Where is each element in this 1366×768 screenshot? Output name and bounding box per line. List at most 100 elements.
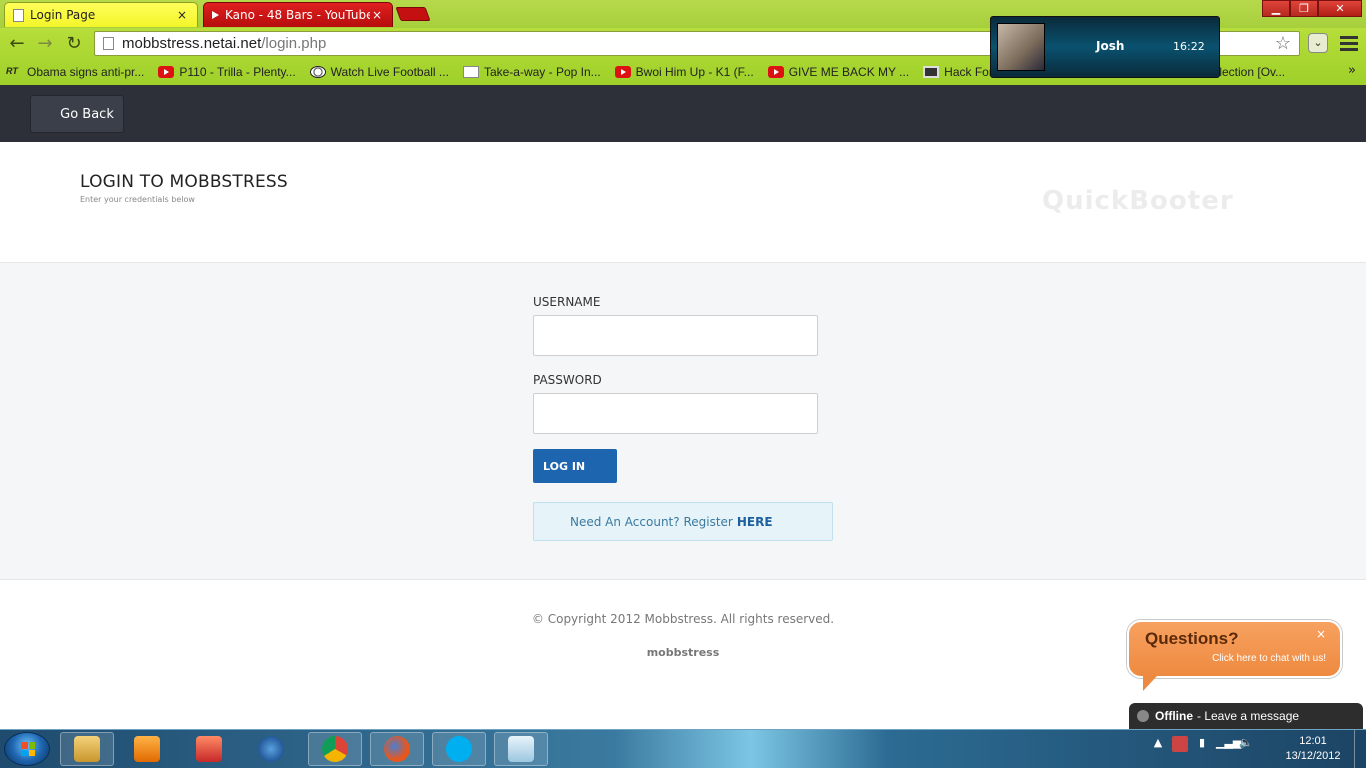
show-desktop-button[interactable] xyxy=(1354,730,1366,768)
tab-title: Kano - 48 Bars - YouTube xyxy=(225,8,370,22)
taskbar-media-player[interactable] xyxy=(120,732,174,766)
bookmark-item[interactable]: ollection [Ov... xyxy=(1210,65,1285,79)
page-subtitle: Enter your credentials below xyxy=(80,195,195,204)
login-button[interactable]: LOG IN xyxy=(533,449,617,483)
go-back-button[interactable]: Go Back xyxy=(30,95,124,133)
clock-date: 13/12/2012 xyxy=(1285,750,1341,762)
media-player-icon xyxy=(134,736,160,762)
page-title: LOGIN TO MOBBSTRESS xyxy=(80,172,288,192)
bookmark-label: Obama signs anti-pr... xyxy=(27,65,145,79)
hp-icon xyxy=(258,736,284,762)
network-signal-icon[interactable]: ▁▃▅ xyxy=(1216,736,1241,752)
close-window-button[interactable]: ✕ xyxy=(1318,0,1362,17)
chat-bubble[interactable]: Questions? Click here to chat with us! × xyxy=(1127,620,1342,691)
back-arrow-icon[interactable]: ← xyxy=(6,32,28,54)
top-navbar: Go Back xyxy=(0,85,1366,142)
folder-icon xyxy=(74,736,100,762)
youtube-icon xyxy=(767,66,784,78)
maximize-button[interactable]: ❐ xyxy=(1290,0,1318,17)
password-label: PASSWORD xyxy=(533,373,602,387)
register-link[interactable]: HERE xyxy=(737,515,773,529)
taskbar-notepad[interactable] xyxy=(494,732,548,766)
call-notification[interactable]: Josh 16:22 xyxy=(990,16,1220,78)
windows-logo-icon xyxy=(21,742,35,756)
caller-name: Josh xyxy=(1096,39,1125,53)
system-tray: ▲ ▮ ▁▃▅ 🔈 xyxy=(1150,736,1254,752)
taskbar-hp[interactable] xyxy=(244,732,298,766)
url-host: mobbstress.netai.net xyxy=(122,35,262,52)
menu-icon[interactable] xyxy=(1338,33,1360,53)
minimize-button[interactable]: ▁ xyxy=(1262,0,1290,17)
avatar xyxy=(997,23,1045,71)
page-icon xyxy=(13,8,24,22)
page-icon xyxy=(462,66,479,78)
url-path: /login.php xyxy=(261,35,327,52)
bookmark-item[interactable]: RT Obama signs anti-pr... xyxy=(6,65,144,79)
laptop-icon xyxy=(923,66,940,78)
password-input[interactable] xyxy=(533,393,818,434)
bookmark-label: Watch Live Football ... xyxy=(330,65,449,79)
close-tab-icon[interactable]: × xyxy=(175,8,189,22)
close-tab-icon[interactable]: × xyxy=(370,8,384,22)
rt-icon: RT xyxy=(6,66,18,76)
youtube-icon xyxy=(158,66,175,78)
username-label: USERNAME xyxy=(533,295,601,309)
tab-login-page[interactable]: Login Page × xyxy=(4,2,198,27)
chat-subtitle: Click here to chat with us! xyxy=(1212,653,1326,664)
taskbar-chrome[interactable] xyxy=(308,732,362,766)
status-icon xyxy=(1137,710,1149,722)
login-form-section: USERNAME PASSWORD LOG IN Need An Account… xyxy=(0,262,1366,580)
username-input[interactable] xyxy=(533,315,818,356)
bookmark-star-icon[interactable]: ☆ xyxy=(1275,33,1291,54)
youtube-icon xyxy=(614,66,631,78)
register-text: Need An Account? Register xyxy=(570,514,733,529)
bookmark-item[interactable]: Watch Live Football ... xyxy=(309,65,449,79)
youtube-play-icon xyxy=(212,11,219,19)
tab-title: Login Page xyxy=(30,8,96,22)
bookmark-item[interactable]: Take-a-way - Pop In... xyxy=(462,65,601,79)
chat-status-bar[interactable]: Offline - Leave a message xyxy=(1129,703,1363,729)
tray-expand-icon[interactable]: ▲ xyxy=(1150,736,1166,752)
extension-icon[interactable]: ⌄ xyxy=(1308,33,1328,53)
register-notice: Need An Account? Register HERE xyxy=(533,502,833,541)
bookmark-item[interactable]: P110 - Trilla - Plenty... xyxy=(158,65,296,79)
start-button[interactable] xyxy=(4,732,50,766)
bookmark-label: GIVE ME BACK MY ... xyxy=(788,65,910,79)
chrome-icon xyxy=(322,736,348,762)
bookmark-item[interactable]: Bwoi Him Up - K1 (F... xyxy=(614,65,754,79)
bookmarks-overflow-button[interactable]: » xyxy=(1348,63,1356,78)
page-header: LOGIN TO MOBBSTRESS Enter your credentia… xyxy=(0,142,1366,262)
volume-icon[interactable]: 🔈 xyxy=(1238,736,1254,752)
tab-youtube[interactable]: Kano - 48 Bars - YouTube × xyxy=(203,2,393,27)
bookmark-label: P110 - Trilla - Plenty... xyxy=(179,65,296,79)
tray-app-icon[interactable] xyxy=(1172,736,1188,752)
brand-logo: QuickBooter xyxy=(1042,186,1234,216)
bookmark-label: Bwoi Him Up - K1 (F... xyxy=(635,65,754,79)
chat-status-text: - Leave a message xyxy=(1197,709,1300,723)
bookmark-label: ollection [Ov... xyxy=(1210,65,1286,79)
system-clock[interactable]: 12:01 13/12/2012 xyxy=(1278,734,1348,764)
notepad-icon xyxy=(508,736,534,762)
office-icon xyxy=(196,736,222,762)
firefox-icon xyxy=(384,736,410,762)
taskbar-firefox[interactable] xyxy=(370,732,424,766)
call-time: 16:22 xyxy=(1173,40,1205,53)
forward-arrow-icon[interactable]: → xyxy=(34,32,56,54)
reload-icon[interactable]: ↻ xyxy=(63,32,85,54)
chat-status: Offline xyxy=(1155,709,1193,723)
taskbar: ▲ ▮ ▁▃▅ 🔈 12:01 13/12/2012 xyxy=(0,729,1366,768)
chat-title: Questions? xyxy=(1145,629,1239,648)
taskbar-office[interactable] xyxy=(182,732,236,766)
window-controls: ▁ ❐ ✕ xyxy=(1262,0,1362,17)
football-icon xyxy=(309,66,326,78)
power-icon[interactable]: ▮ xyxy=(1194,736,1210,752)
bookmark-label: Take-a-way - Pop In... xyxy=(483,65,601,79)
bookmark-item[interactable]: GIVE ME BACK MY ... xyxy=(767,65,910,79)
taskbar-explorer[interactable] xyxy=(60,732,114,766)
page-icon xyxy=(103,37,114,50)
clock-time: 12:01 xyxy=(1299,735,1327,747)
close-icon[interactable]: × xyxy=(1316,627,1326,641)
new-tab-button[interactable] xyxy=(395,7,431,21)
taskbar-skype[interactable] xyxy=(432,732,486,766)
skype-icon xyxy=(446,736,472,762)
